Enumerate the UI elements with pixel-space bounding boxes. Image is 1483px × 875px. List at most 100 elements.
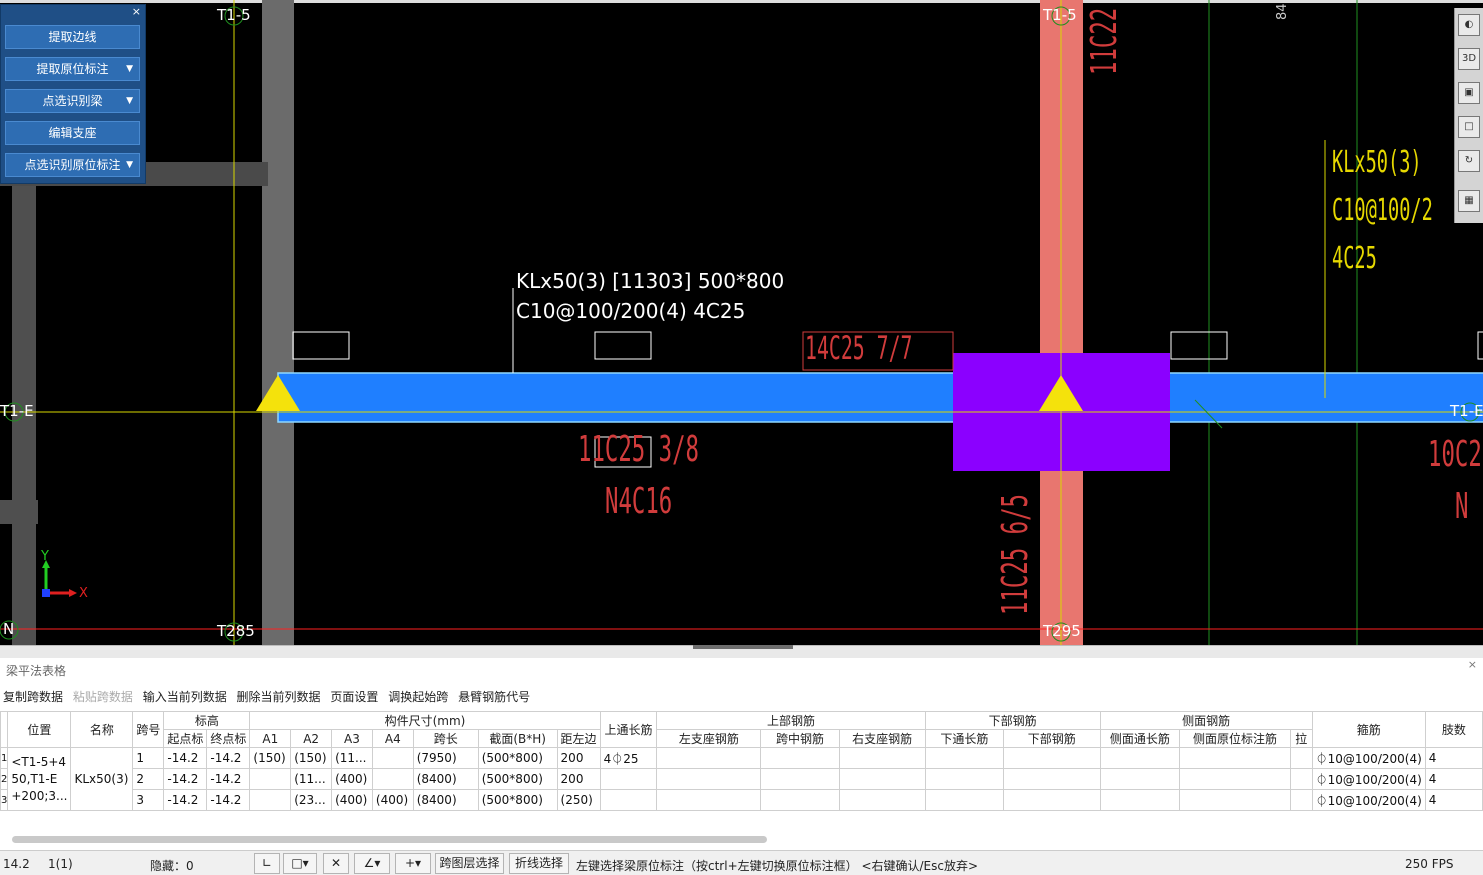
cell-legs[interactable]: 4: [1424, 747, 1483, 769]
drawing-canvas[interactable]: T1-5 T1-5 T1-E T1-E T285 T295 N 84 KLx50…: [0, 0, 1483, 645]
cell-tie[interactable]: [1289, 768, 1313, 790]
cell-legs[interactable]: 4: [1424, 768, 1483, 790]
cell-right-support[interactable]: [838, 789, 926, 811]
swap-span-button[interactable]: 调换起始跨: [388, 690, 448, 704]
cell-length[interactable]: (8400): [412, 768, 479, 790]
cell-span[interactable]: 1: [132, 747, 165, 769]
cell-a2[interactable]: (150): [290, 747, 333, 769]
panel-close-icon[interactable]: ×: [132, 5, 141, 18]
cell-side-continuous[interactable]: [1099, 768, 1181, 790]
cell-side-continuous[interactable]: [1099, 747, 1181, 769]
table-close-icon[interactable]: ×: [1468, 658, 1477, 671]
cell-top-continuous[interactable]: [599, 768, 658, 790]
cell-tie[interactable]: [1289, 747, 1313, 769]
cell-length[interactable]: (7950): [412, 747, 479, 769]
cell-distance[interactable]: 200: [556, 747, 601, 769]
globe-icon[interactable]: ◐: [1458, 14, 1480, 36]
cell-bottom-bars[interactable]: [1003, 747, 1101, 769]
cell-a4[interactable]: [371, 768, 414, 790]
cell-right-support[interactable]: [838, 747, 926, 769]
cell-tie[interactable]: [1289, 789, 1313, 811]
3d-icon[interactable]: 3D: [1458, 48, 1480, 70]
cell-bottom-bars[interactable]: [1003, 768, 1101, 790]
cell-side-in-situ[interactable]: [1179, 747, 1291, 769]
cell-end[interactable]: -14.2: [206, 789, 251, 811]
cell-a1[interactable]: (150): [249, 747, 292, 769]
cell-a2[interactable]: (23...: [290, 789, 333, 811]
extract-annotation-button[interactable]: 提取原位标注 ▼: [5, 57, 140, 81]
red-annotation-vertical[interactable]: 11C25 6/5: [995, 494, 1036, 615]
red-annotation-top[interactable]: 14C25 7/7: [805, 332, 913, 364]
red-annotation-bottom-2[interactable]: N4C16: [605, 484, 672, 520]
snap-icon[interactable]: +▾: [395, 853, 431, 874]
cell-bottom-continuous[interactable]: [924, 789, 1005, 811]
cell-a3[interactable]: (400): [331, 789, 373, 811]
splitter-grip[interactable]: [693, 645, 793, 649]
cell-mid-span[interactable]: [760, 747, 840, 769]
cell-distance[interactable]: 200: [556, 768, 601, 790]
cell-bottom-continuous[interactable]: [924, 747, 1005, 769]
input-column-button[interactable]: 输入当前列数据: [143, 690, 227, 704]
edit-support-button[interactable]: 编辑支座: [5, 121, 140, 145]
cell-bottom-continuous[interactable]: [924, 768, 1005, 790]
pick-annotation-button[interactable]: 点选识别原位标注 ▼: [5, 153, 140, 177]
delete-column-button[interactable]: 删除当前列数据: [237, 690, 321, 704]
cell-top-continuous[interactable]: [599, 789, 658, 811]
copy-span-button[interactable]: 复制跨数据: [3, 690, 63, 704]
chevron-down-icon[interactable]: ▼: [126, 58, 133, 80]
cell-side-in-situ[interactable]: [1179, 789, 1291, 811]
cell-left-support[interactable]: [656, 768, 762, 790]
cell-span[interactable]: 3: [132, 789, 165, 811]
cell-stirrup[interactable]: ⏀10@100/200(4): [1311, 768, 1426, 790]
chevron-down-icon[interactable]: ▼: [126, 154, 133, 176]
red-annotation-right-2[interactable]: N: [1455, 489, 1468, 525]
cell-side-continuous[interactable]: [1099, 789, 1181, 811]
red-annotation-right-1[interactable]: 10C2: [1428, 437, 1482, 473]
page-setup-button[interactable]: 页面设置: [330, 690, 378, 704]
cross-layer-select-button[interactable]: 跨图层选择: [435, 853, 504, 874]
cell-stirrup[interactable]: ⏀10@100/200(4): [1311, 747, 1426, 769]
cell-bottom-bars[interactable]: [1003, 789, 1101, 811]
red-annotation-bottom-1[interactable]: 11C25 3/8: [578, 432, 699, 468]
cell-end[interactable]: -14.2: [206, 768, 251, 790]
cell-a3[interactable]: (11...: [331, 747, 373, 769]
cell-end[interactable]: -14.2: [206, 747, 251, 769]
rotate-icon[interactable]: ↻: [1458, 150, 1480, 172]
cell-a4[interactable]: [371, 747, 414, 769]
table-row[interactable]: 1 <T1-5+4 50,T1-E +200;3... KLx50(3) 1 -…: [0, 747, 1483, 811]
cell-start[interactable]: -14.2: [163, 768, 208, 790]
table-row[interactable]: 3 3 -14.2 -14.2 (23... (400) (400) (8400…: [0, 789, 1483, 811]
cell-mid-span[interactable]: [760, 768, 840, 790]
paste-span-button[interactable]: 粘贴跨数据: [73, 690, 133, 704]
cell-section[interactable]: (500*800): [477, 747, 558, 769]
cross-icon[interactable]: ✕: [323, 853, 349, 874]
cantilever-code-button[interactable]: 悬臂钢筋代号: [458, 690, 530, 704]
cell-section[interactable]: (500*800): [477, 768, 558, 790]
cell-right-support[interactable]: [838, 768, 926, 790]
cell-legs[interactable]: 4: [1424, 789, 1483, 811]
cell-top-continuous[interactable]: 4⏀25: [599, 747, 658, 769]
cell-a1[interactable]: [249, 789, 292, 811]
cell-mid-span[interactable]: [760, 789, 840, 811]
cell-side-in-situ[interactable]: [1179, 768, 1291, 790]
cell-a4[interactable]: (400): [371, 789, 414, 811]
table-row[interactable]: 2 2 -14.2 -14.2 (11... (400) (8400) (500…: [0, 768, 1483, 790]
grid-icon[interactable]: ▦: [1458, 190, 1480, 212]
cell-a1[interactable]: [249, 768, 292, 790]
cube-icon[interactable]: ▣: [1458, 82, 1480, 104]
red-annotation-vertical-top[interactable]: 11C22: [1084, 8, 1125, 75]
cell-a3[interactable]: (400): [331, 768, 373, 790]
angle-icon[interactable]: ∠▾: [354, 853, 390, 874]
cell-position[interactable]: <T1-5+4 50,T1-E +200;3...: [7, 747, 72, 811]
cell-length[interactable]: (8400): [412, 789, 479, 811]
horizontal-scrollbar[interactable]: [12, 836, 767, 843]
polyline-select-button[interactable]: 折线选择: [509, 853, 569, 874]
cell-section[interactable]: (500*800): [477, 789, 558, 811]
cell-distance[interactable]: (250): [556, 789, 601, 811]
box-icon[interactable]: □: [1458, 116, 1480, 138]
cell-start[interactable]: -14.2: [163, 747, 208, 769]
cell-name[interactable]: KLx50(3): [70, 747, 134, 811]
extract-edge-button[interactable]: 提取边线: [5, 25, 140, 49]
chevron-down-icon[interactable]: ▼: [126, 90, 133, 112]
cell-span[interactable]: 2: [132, 768, 165, 790]
